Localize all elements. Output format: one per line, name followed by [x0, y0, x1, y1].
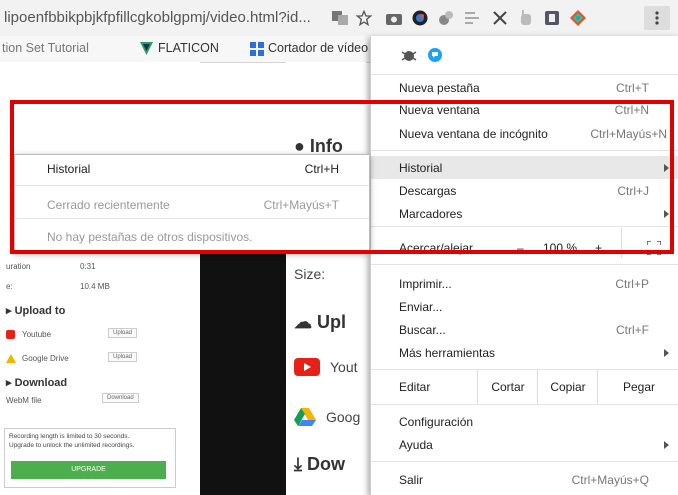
- youtube-label: Youtube: [22, 330, 52, 339]
- menu-label: Más herramientas: [399, 345, 496, 360]
- size-heading: Size:: [294, 266, 326, 282]
- menu-item-send[interactable]: Enviar...: [371, 295, 678, 318]
- color-wheel-icon[interactable]: [410, 8, 430, 28]
- upload-heading: ☁ Upl: [294, 312, 347, 332]
- menu-item-new-tab[interactable]: Nueva pestaña Ctrl+T: [371, 76, 678, 99]
- download-heading: ⤓ Dow: [294, 454, 345, 474]
- menu-label: Salir: [399, 472, 424, 487]
- camera-extension-icon[interactable]: [384, 8, 404, 28]
- menu-kebab-icon[interactable]: [644, 6, 670, 30]
- download-section-title: ▸ Download: [6, 377, 68, 389]
- google-drive-label: Google Drive: [22, 354, 69, 363]
- translate-icon[interactable]: [330, 8, 350, 28]
- google-drive-icon: [6, 354, 16, 363]
- google-drive-upload-button[interactable]: Upload: [108, 352, 138, 362]
- address-bar[interactable]: lipoenfbbikpbjkfpfillcgkoblgpmj/video.ht…: [0, 0, 678, 37]
- menu-shortcut: Ctrl+F: [616, 322, 649, 337]
- submenu-arrow-icon: [664, 348, 669, 357]
- url-text[interactable]: lipoenfbbikpbjkfpfillcgkoblgpmj/video.ht…: [4, 9, 311, 26]
- menu-shortcut: Ctrl+P: [615, 276, 649, 291]
- youtube-label: Yout: [330, 359, 358, 375]
- submenu-arrow-icon: [664, 440, 669, 449]
- menu-label: Configuración: [399, 414, 474, 429]
- menu-label: Imprimir...: [399, 276, 452, 291]
- bug-extension-icon[interactable]: [401, 48, 417, 65]
- youtube-icon: [6, 330, 15, 339]
- menu-item-help[interactable]: Ayuda: [371, 433, 678, 456]
- menu-shortcut: Ctrl+T: [616, 80, 649, 95]
- paste-button[interactable]: Pegar: [597, 370, 678, 404]
- size-value: 10.4 MB: [80, 282, 110, 291]
- edit-label: Editar: [399, 380, 431, 394]
- cut-button[interactable]: Cortar: [477, 370, 538, 404]
- webm-label: WebM file: [6, 396, 42, 405]
- chat-extension-icon[interactable]: [427, 47, 443, 66]
- video-cutter-icon: [250, 42, 264, 59]
- upgrade-notice: Recording length is limited to 30 second…: [4, 428, 176, 488]
- edit-row: Editar Cortar Copiar Pegar: [371, 370, 678, 404]
- download-button[interactable]: Download: [102, 393, 139, 403]
- shield-extension-icon[interactable]: [542, 8, 562, 28]
- list-extension-icon[interactable]: [462, 8, 482, 28]
- menu-label: Buscar...: [399, 322, 446, 337]
- bookmark-item[interactable]: FLATICON: [158, 41, 219, 55]
- duration-value: 0:31: [80, 262, 96, 271]
- duration-label: uration: [6, 262, 31, 271]
- menu-item-print[interactable]: Imprimir... Ctrl+P: [371, 272, 678, 295]
- bookmark-item[interactable]: tion Set Tutorial: [2, 41, 89, 55]
- menu-label: Nueva pestaña: [399, 80, 480, 95]
- menu-item-exit[interactable]: Salir Ctrl+Mayús+Q: [371, 468, 678, 491]
- flaticon-icon: [140, 42, 153, 58]
- scissors-extension-icon[interactable]: [490, 8, 510, 28]
- annotation-highlight-box: [10, 100, 674, 254]
- hand-extension-icon[interactable]: [516, 8, 536, 28]
- google-drive-label: Goog: [326, 409, 361, 425]
- upload-section-title: ▸ Upload to: [6, 305, 66, 317]
- menu-item-settings[interactable]: Configuración: [371, 410, 678, 433]
- google-drive-icon: [294, 408, 316, 429]
- menu-shortcut: Ctrl+Mayús+Q: [571, 472, 649, 487]
- extension-icon[interactable]: [436, 8, 456, 28]
- menu-item-find[interactable]: Buscar... Ctrl+F: [371, 318, 678, 341]
- youtube-icon: [294, 358, 320, 376]
- menu-label: Enviar...: [399, 299, 443, 314]
- colorful-extension-icon[interactable]: [568, 8, 588, 28]
- menu-item-more-tools[interactable]: Más herramientas: [371, 341, 678, 364]
- menu-label: Ayuda: [399, 437, 433, 452]
- upgrade-button[interactable]: UPGRADE: [11, 461, 166, 479]
- bookmark-item[interactable]: Cortador de vídeo on: [268, 41, 385, 55]
- size-label: e:: [6, 282, 13, 291]
- notice-text: Upgrade to unlock the unlimited recordin…: [9, 442, 135, 449]
- notice-text: Recording length is limited to 30 second…: [9, 433, 130, 440]
- copy-button[interactable]: Copiar: [537, 370, 598, 404]
- star-icon[interactable]: [354, 8, 374, 28]
- youtube-upload-button[interactable]: Upload: [108, 328, 138, 338]
